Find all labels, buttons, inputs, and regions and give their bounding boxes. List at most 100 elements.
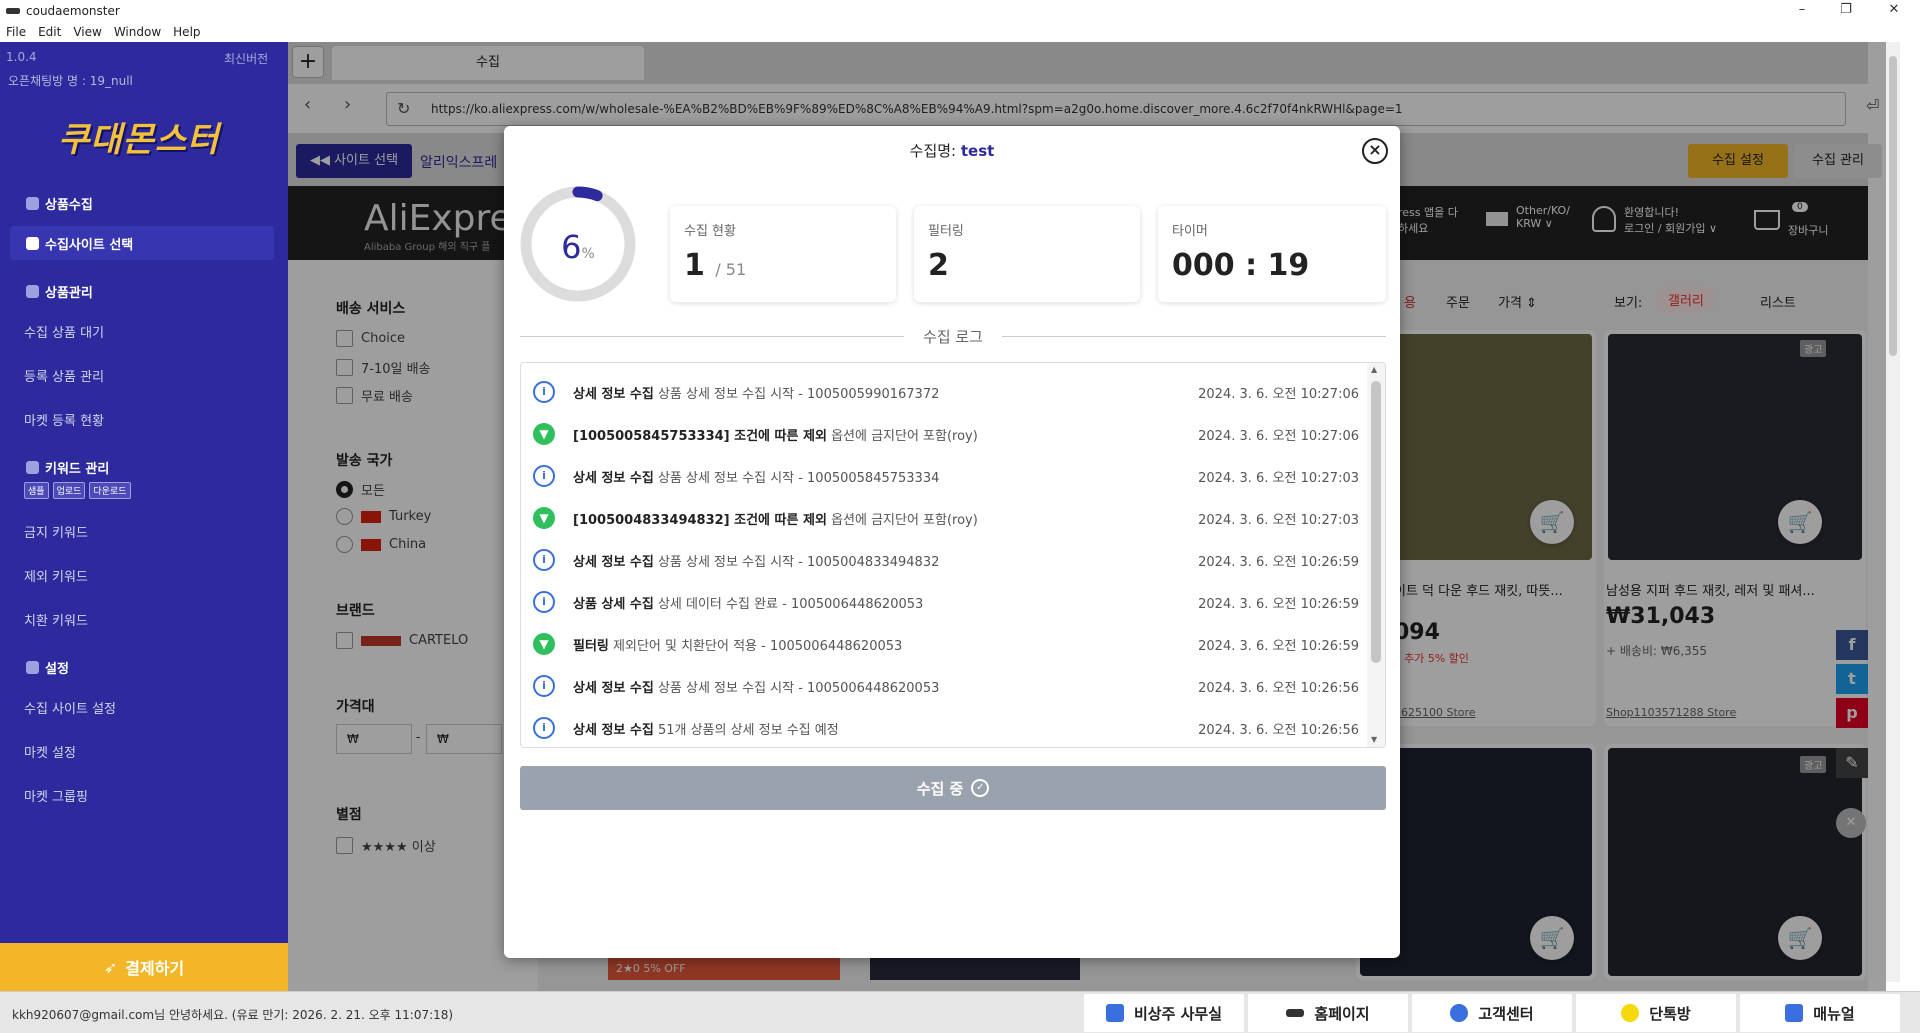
log-text: 옵션에 금지단어 포함(roy) — [831, 428, 978, 444]
home-logo-icon — [1286, 1009, 1305, 1017]
log-text: 옵션에 금지단어 포함(roy) — [831, 512, 978, 528]
log-message: [1005005845753334] 조건에 따른 제외 옵션에 금지단어 포함… — [573, 425, 978, 444]
sidebar-item-market-group[interactable]: 마켓 그룹핑 — [24, 786, 88, 805]
section-settings: 설정 — [26, 658, 69, 677]
log-text: 상세 데이터 수집 완료 - 1005006448620053 — [657, 596, 924, 612]
menu-help[interactable]: Help — [173, 25, 200, 39]
log-row: i 상품 상세 수집 상세 데이터 수집 완료 - 100500644862005… — [521, 581, 1367, 623]
menu-edit[interactable]: Edit — [38, 25, 61, 39]
modal-title: 수집명: test — [909, 142, 995, 160]
latest-version-label: 최신버전 — [224, 52, 269, 66]
log-section-title: 수집 로그 — [520, 326, 1386, 346]
info-icon: i — [533, 717, 555, 739]
sidebar-item-collect-wait[interactable]: 수집 상품 대기 — [24, 322, 104, 341]
log-row: ▼ 필터링 제외단어 및 치환단어 적용 - 1005006448620053 20… — [521, 623, 1367, 665]
log-text: 상품 상세 정보 수집 시작 - 1005005845753334 — [657, 470, 940, 486]
sidebar: 1.0.4 최신버전 오픈채팅방 명 : 19_null 쿠대몬스터 상품수집 … — [0, 42, 288, 991]
sidebar-item-banned-kw[interactable]: 금지 키워드 — [24, 522, 88, 541]
log-tag: 상세 정보 수집 — [573, 680, 654, 696]
log-row: i 상세 정보 수집 상품 상세 정보 수집 시작 - 1005004833494… — [521, 539, 1367, 581]
log-tag: [1005004833494832] 조건에 따른 제외 — [573, 512, 827, 528]
pay-button[interactable]: ➶ 결제하기 — [0, 943, 288, 991]
stat-collect-status: 수집 현황 1 / 51 — [670, 206, 896, 302]
collect-name: test — [960, 142, 995, 160]
megaphone-icon — [1785, 1004, 1804, 1022]
sidebar-item-replace-kw[interactable]: 치환 키워드 — [24, 610, 88, 629]
menu-file[interactable]: File — [6, 25, 26, 39]
restore-button[interactable]: ❐ — [1824, 0, 1868, 22]
log-tag: 상세 정보 수집 — [573, 554, 654, 570]
app-logo-icon — [6, 8, 20, 14]
page-scrollbar-thumb[interactable] — [1889, 56, 1897, 356]
sidebar-item-registered[interactable]: 등록 상품 관리 — [24, 366, 104, 385]
collecting-button[interactable]: 수집 중 ✓ — [520, 766, 1386, 810]
sidebar-item-exclude-kw[interactable]: 제외 키워드 — [24, 566, 88, 585]
log-tag: 상세 정보 수집 — [573, 722, 654, 738]
log-time: 2024. 3. 6. 오전 10:27:03 — [1198, 470, 1359, 486]
modal-close-button[interactable]: × — [1362, 138, 1388, 164]
section-product-manage: 상품관리 — [26, 282, 93, 301]
menu-window[interactable]: Window — [114, 25, 161, 39]
log-message: 상세 정보 수집 상품 상세 정보 수집 시작 - 10050058457533… — [573, 467, 939, 486]
log-time: 2024. 3. 6. 오전 10:27:06 — [1198, 428, 1359, 444]
settings-icon — [26, 661, 39, 674]
chatroom-name: 오픈채팅방 명 : 19_null — [8, 74, 133, 88]
check-circle-icon: ✓ — [971, 779, 990, 797]
users-icon — [1450, 1004, 1469, 1022]
homepage-button[interactable]: 홈페이지 — [1248, 994, 1408, 1032]
log-row: i 상세 정보 수집 상품 상세 정보 수집 시작 - 1005006448620… — [521, 665, 1367, 707]
log-row: ▼ [1005005845753334] 조건에 따른 제외 옵션에 금지단어 포… — [521, 413, 1367, 455]
stat-filtering: 필터링 2 — [914, 206, 1140, 302]
sidebar-item-select-site[interactable]: 수집사이트 선택 — [26, 234, 133, 253]
log-row: ▼ [1005004833494832] 조건에 따른 제외 옵션에 금지단어 포… — [521, 497, 1367, 539]
log-time: 2024. 3. 6. 오전 10:27:06 — [1198, 386, 1359, 402]
log-row: i 상세 정보 수집 상품 상세 정보 수집 시작 - 1005005845753… — [521, 455, 1367, 497]
filter-icon: ▼ — [533, 423, 555, 445]
gear-icon — [26, 197, 39, 210]
chat-icon — [1621, 1004, 1640, 1022]
minimize-button[interactable]: – — [1780, 0, 1824, 22]
scroll-up-icon[interactable]: ▲ — [1371, 365, 1377, 374]
menu-view[interactable]: View — [73, 25, 101, 39]
log-time: 2024. 3. 6. 오전 10:26:56 — [1198, 722, 1359, 738]
sidebar-item-site-settings[interactable]: 수집 사이트 설정 — [24, 698, 116, 717]
scroll-down-icon[interactable]: ▼ — [1371, 735, 1377, 744]
window-title: coudaemonster — [26, 4, 120, 18]
log-text: 상품 상세 정보 수집 시작 - 1005004833494832 — [657, 554, 940, 570]
log-message: 상세 정보 수집 상품 상세 정보 수집 시작 - 10050064486200… — [573, 677, 939, 696]
manual-button[interactable]: 매뉴얼 — [1740, 994, 1900, 1032]
brand-logo: 쿠대몬스터 — [58, 120, 220, 160]
sidebar-item-market-status[interactable]: 마켓 등록 현황 — [24, 410, 104, 429]
info-icon: i — [533, 381, 555, 403]
log-time: 2024. 3. 6. 오전 10:26:56 — [1198, 680, 1359, 696]
close-window-button[interactable]: ✕ — [1872, 0, 1916, 22]
section-keyword: 키워드 관리 — [26, 458, 109, 477]
info-icon: i — [533, 549, 555, 571]
info-icon: i — [533, 465, 555, 487]
log-time: 2024. 3. 6. 오전 10:26:59 — [1198, 638, 1359, 654]
user-status: kkh920607@gmail.com님 안녕하세요. (유료 만기: 2026… — [12, 1008, 454, 1022]
log-message: 상세 정보 수집 상품 상세 정보 수집 시작 - 10050048334948… — [573, 551, 939, 570]
version-label: 1.0.4 — [6, 50, 37, 64]
cart-icon — [26, 285, 39, 298]
log-row: i 상세 정보 수집 상품 상세 정보 수집 시작 - 1005005990167… — [521, 371, 1367, 413]
log-message: 상세 정보 수집 51개 상품의 상세 정보 수집 예정 — [573, 719, 839, 738]
chip-upload[interactable]: 업로드 — [52, 482, 86, 499]
filter-icon: ▼ — [533, 633, 555, 655]
log-text: 상품 상세 정보 수집 시작 - 1005005990167372 — [657, 386, 940, 402]
sidebar-item-market-settings[interactable]: 마켓 설정 — [24, 742, 76, 761]
log-list[interactable]: i 상세 정보 수집 상품 상세 정보 수집 시작 - 1005005990167… — [520, 362, 1386, 748]
log-scrollbar-thumb[interactable] — [1371, 381, 1381, 663]
chip-sample[interactable]: 샘플 — [24, 482, 49, 499]
progress-percent: 6% — [561, 228, 595, 266]
log-time: 2024. 3. 6. 오전 10:27:03 — [1198, 512, 1359, 528]
log-message: 상세 정보 수집 상품 상세 정보 수집 시작 - 10050059901673… — [573, 383, 939, 402]
office-button[interactable]: 비상주 사무실 — [1084, 994, 1244, 1032]
collect-modal: 수집명: test × 6% 수집 현황 1 / 51 필터링 2 타이머 00… — [504, 126, 1400, 958]
group-chat-button[interactable]: 단톡방 — [1576, 994, 1736, 1032]
info-icon: i — [533, 591, 555, 613]
bars-icon — [26, 461, 39, 474]
log-time: 2024. 3. 6. 오전 10:26:59 — [1198, 554, 1359, 570]
chip-download[interactable]: 다운로드 — [89, 482, 131, 499]
support-button[interactable]: 고객센터 — [1412, 994, 1572, 1032]
